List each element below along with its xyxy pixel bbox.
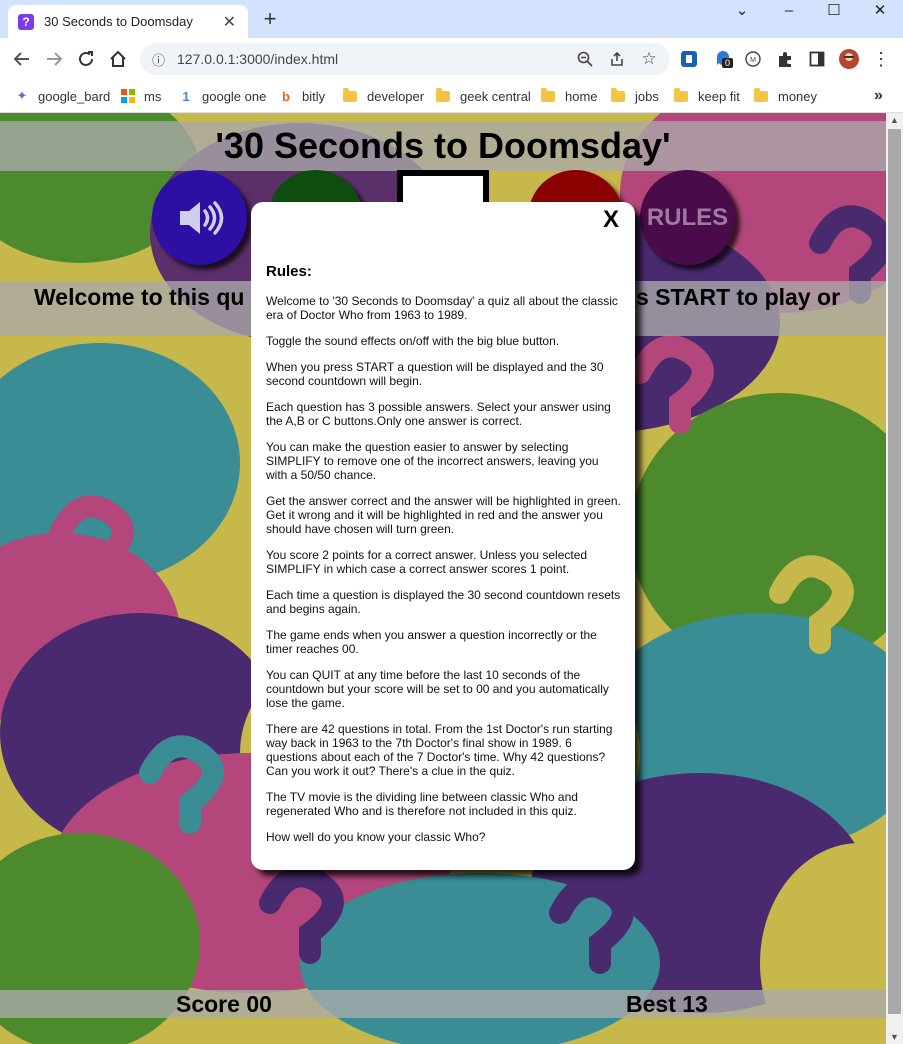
scroll-down-arrow-icon[interactable]: ▼ xyxy=(886,1030,903,1044)
sound-toggle-button[interactable] xyxy=(152,170,247,265)
page-title: '30 Seconds to Doomsday' xyxy=(0,121,886,171)
bookmark-google-one[interactable]: 1 google one xyxy=(178,86,266,106)
rule-paragraph: You can QUIT at any time before the last… xyxy=(266,668,609,710)
new-tab-button[interactable]: + xyxy=(256,8,284,32)
welcome-text-left: Welcome to this qu xyxy=(34,284,245,310)
bookmark-geek-central[interactable]: geek central xyxy=(436,86,531,106)
welcome-text-right: s START to play or xyxy=(636,284,841,310)
rule-paragraph: Toggle the sound effects on/off with the… xyxy=(266,334,560,348)
google-one-icon: 1 xyxy=(182,88,190,104)
forward-icon[interactable] xyxy=(42,47,66,71)
more-bookmarks-icon[interactable]: » xyxy=(874,86,883,106)
folder-icon xyxy=(436,87,450,102)
bookmark-label: google_bard xyxy=(38,88,111,104)
speaker-icon xyxy=(179,200,223,235)
svg-text:M: M xyxy=(750,57,756,64)
site-info-icon[interactable]: ⓘ xyxy=(152,50,165,69)
bookmark-ms[interactable]: ms xyxy=(120,86,161,106)
browser-toolbar: ⓘ 127.0.0.1:3000/index.html ☆ 0 M ⋮ xyxy=(0,38,903,80)
bookmark-google-bard[interactable]: ✦ google_bard xyxy=(14,86,111,106)
address-bar[interactable]: ⓘ 127.0.0.1:3000/index.html ☆ xyxy=(140,43,670,75)
rule-paragraph: There are 42 questions in total. From th… xyxy=(266,722,613,778)
tab-title: 30 Seconds to Doomsday xyxy=(44,14,193,29)
share-icon[interactable] xyxy=(606,48,628,70)
scrollbar-thumb[interactable] xyxy=(888,129,901,1014)
bookmark-developer[interactable]: developer xyxy=(343,86,424,106)
rule-paragraph: Each time a question is displayed the 30… xyxy=(266,588,621,616)
profile-avatar[interactable] xyxy=(838,48,860,70)
score-bar: Score 00 Best 13 xyxy=(0,990,886,1018)
rules-button[interactable]: RULES xyxy=(640,170,735,265)
browser-tab[interactable]: ? 30 Seconds to Doomsday ✕ xyxy=(8,5,248,38)
url-text[interactable]: 127.0.0.1:3000/index.html xyxy=(177,51,574,67)
password-extension-icon[interactable] xyxy=(678,48,700,70)
bookmark-jobs[interactable]: jobs xyxy=(611,86,659,106)
close-modal-button[interactable]: X xyxy=(603,206,619,234)
bookmark-label: keep fit xyxy=(698,88,740,104)
bookmark-bitly[interactable]: b bitly xyxy=(278,86,325,106)
ghost-extension-icon[interactable]: 0 xyxy=(712,48,734,70)
bookmark-keep-fit[interactable]: keep fit xyxy=(674,86,740,106)
bookmark-label: google one xyxy=(202,88,267,104)
tab-close-icon[interactable]: ✕ xyxy=(221,12,238,32)
best-score-display: Best 13 xyxy=(626,991,708,1017)
tab-search-icon[interactable]: ⌄ xyxy=(730,0,754,22)
rules-modal: X Rules: Welcome to '30 Seconds to Dooms… xyxy=(251,202,635,870)
bookmark-home[interactable]: home xyxy=(541,86,598,106)
sparkle-icon: ✦ xyxy=(16,88,28,103)
rule-paragraph: You score 2 points for a correct answer.… xyxy=(266,548,588,576)
folder-icon xyxy=(541,87,555,102)
bookmark-money[interactable]: money xyxy=(754,86,817,106)
maximize-icon[interactable]: ☐ xyxy=(822,0,846,22)
bookmark-label: developer xyxy=(367,88,425,104)
folder-icon xyxy=(611,87,625,102)
bookmark-label: money xyxy=(778,88,818,104)
zoom-icon[interactable] xyxy=(574,48,596,70)
back-icon[interactable] xyxy=(10,47,34,71)
bookmark-label: bitly xyxy=(302,88,326,104)
browser-window: { "browser": { "tab_title": "30 Seconds … xyxy=(0,0,903,1044)
bookmark-label: home xyxy=(565,88,598,104)
rule-paragraph: When you press START a question will be … xyxy=(266,360,604,388)
folder-icon xyxy=(674,87,688,102)
extension-badge: 0 xyxy=(722,58,734,68)
bookmarks-bar: ✦ google_bard ms 1 google one b bitly de… xyxy=(0,80,903,113)
extensions-puzzle-icon[interactable] xyxy=(774,48,796,70)
rule-paragraph: You can make the question easier to answ… xyxy=(266,440,599,482)
page-viewport: '30 Seconds to Doomsday' RULES Welcome t… xyxy=(0,113,886,1044)
home-icon[interactable] xyxy=(106,47,130,71)
metamask-extension-icon[interactable]: M xyxy=(742,48,764,70)
score-display: Score 00 xyxy=(176,991,272,1017)
rules-heading: Rules: xyxy=(266,263,312,280)
folder-icon xyxy=(343,87,357,102)
close-window-icon[interactable]: ✕ xyxy=(868,0,892,22)
side-panel-icon[interactable] xyxy=(806,48,828,70)
bookmark-star-icon[interactable]: ☆ xyxy=(638,48,660,70)
minimize-icon[interactable]: – xyxy=(777,0,801,22)
folder-icon xyxy=(754,87,768,102)
bookmark-label: jobs xyxy=(635,88,659,104)
question-mark-favicon-icon: ? xyxy=(18,13,34,30)
rule-paragraph: How well do you know your classic Who? xyxy=(266,830,486,844)
rules-button-label: RULES xyxy=(646,203,729,231)
rule-paragraph: The TV movie is the dividing line betwee… xyxy=(266,790,578,818)
microsoft-icon xyxy=(120,88,136,104)
bookmark-label: ms xyxy=(144,88,162,104)
rule-paragraph: Welcome to '30 Seconds to Doomsday' a qu… xyxy=(266,294,618,322)
rule-paragraph: The game ends when you answer a question… xyxy=(266,628,597,656)
tab-strip: ? 30 Seconds to Doomsday ✕ + ⌄ – ☐ ✕ xyxy=(0,0,903,38)
rule-paragraph: Get the answer correct and the answer wi… xyxy=(266,494,621,536)
reload-icon[interactable] xyxy=(74,47,98,71)
rule-paragraph: Each question has 3 possible answers. Se… xyxy=(266,400,611,428)
bitly-icon: b xyxy=(282,88,290,104)
chrome-menu-icon[interactable]: ⋮ xyxy=(870,48,892,70)
bookmark-label: geek central xyxy=(460,88,531,104)
page-scrollbar[interactable]: ▲ ▼ xyxy=(886,113,903,1044)
scroll-up-arrow-icon[interactable]: ▲ xyxy=(886,113,903,127)
